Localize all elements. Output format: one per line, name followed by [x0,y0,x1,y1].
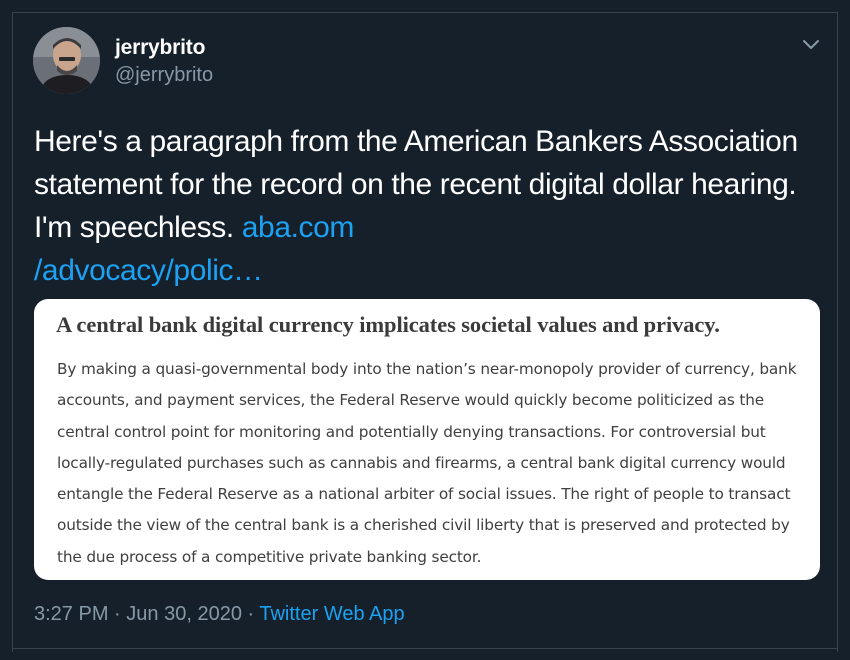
source-app-link[interactable]: Twitter Web App [259,603,404,625]
handle[interactable]: @jerrybrito [115,64,213,87]
tweet-link-line2[interactable]: /advocacy/polic… [34,254,263,287]
tweet-time[interactable]: 3:27 PM [34,603,108,625]
tweet-body: Here's a paragraph from the American Ban… [34,125,798,244]
display-name[interactable]: jerrybrito [115,36,205,60]
image-heading: A central bank digital currency implicat… [56,312,720,337]
meta-separator: · [247,603,255,625]
avatar[interactable] [33,27,100,94]
divider [12,648,838,649]
meta-separator: · [114,603,121,625]
tweet-text: Here's a paragraph from the American Ban… [34,120,814,292]
avatar-photo [33,27,100,94]
tweet-meta: 3:27 PM · Jun 30, 2020 · Twitter Web App [34,603,405,626]
chevron-down-icon[interactable] [800,34,822,54]
tweet-date[interactable]: Jun 30, 2020 [126,603,242,625]
tweet-link-line1[interactable]: aba.com [242,211,355,244]
attached-image[interactable]: A central bank digital currency implicat… [34,299,820,580]
image-paragraph: By making a quasi-governmental body into… [57,360,797,566]
